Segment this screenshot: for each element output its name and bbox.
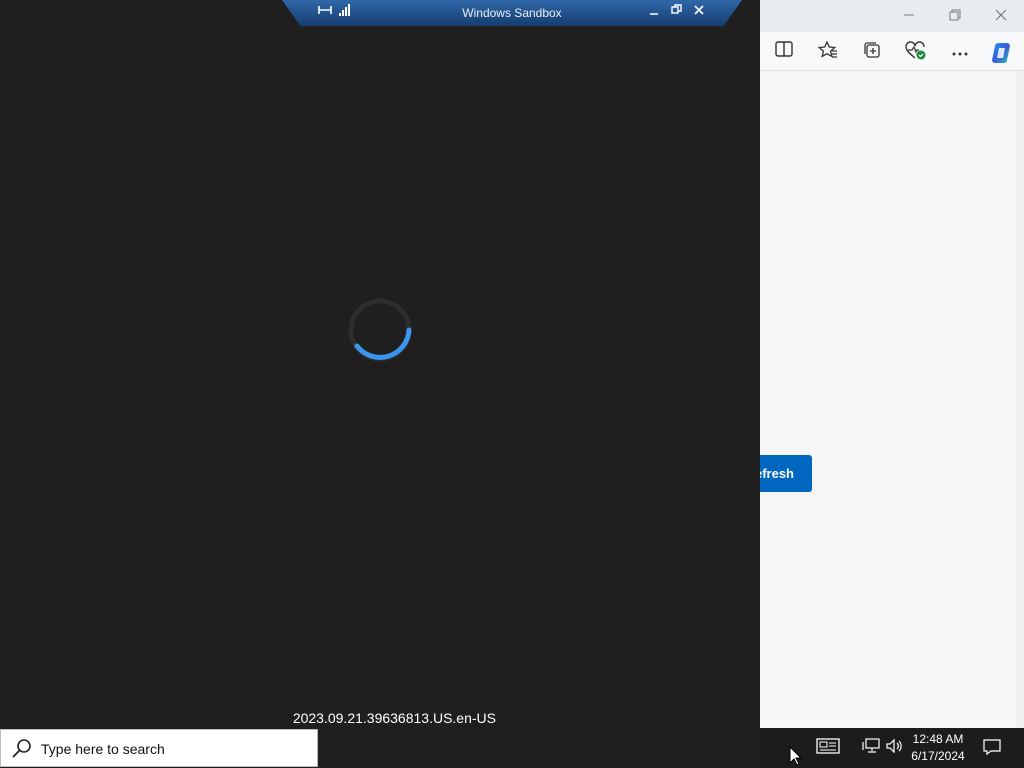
restore-icon[interactable] — [671, 4, 682, 18]
minimize-icon[interactable] — [649, 4, 659, 19]
copilot-icon[interactable] — [990, 41, 1012, 63]
news-widget-icon[interactable] — [816, 738, 840, 758]
refresh-button-label: Refresh — [760, 466, 794, 481]
refresh-button[interactable]: Refresh — [760, 455, 812, 492]
browser-essentials-icon[interactable] — [905, 41, 927, 63]
search-icon — [12, 739, 31, 758]
volume-icon[interactable] — [884, 738, 904, 758]
search-placeholder: Type here to search — [41, 741, 165, 757]
browser-minimize-icon[interactable] — [899, 6, 919, 26]
taskbar-search-box[interactable]: Type here to search — [0, 729, 318, 767]
network-icon[interactable] — [861, 738, 881, 758]
sandbox-window: Windows Sandbox 2023.09.21.39636813.US.e… — [0, 0, 760, 768]
clock-date: 6/17/2024 — [911, 749, 965, 763]
taskbar-clock[interactable]: 12:48 AM 6/17/2024 — [908, 731, 968, 765]
browser-scrollbar[interactable] — [1016, 71, 1024, 728]
browser-toolbar — [760, 32, 1024, 71]
build-version-text: 2023.09.21.39636813.US.en-US — [292, 710, 496, 726]
browser-close-icon[interactable] — [991, 6, 1011, 26]
mouse-cursor-icon — [789, 746, 803, 766]
close-icon[interactable] — [694, 4, 704, 18]
action-center-icon[interactable] — [982, 738, 1002, 758]
clock-time: 12:48 AM — [912, 732, 964, 746]
browser-restore-icon[interactable] — [945, 6, 965, 26]
more-options-icon[interactable] — [949, 41, 971, 63]
favorites-icon[interactable] — [817, 40, 839, 63]
sandbox-title-bar: Windows Sandbox — [282, 0, 742, 26]
collections-icon[interactable] — [861, 41, 883, 63]
loading-spinner-icon — [348, 298, 412, 362]
split-screen-icon[interactable] — [773, 41, 795, 63]
browser-window: Refresh — [760, 0, 1024, 728]
browser-page-content: Refresh — [760, 71, 1016, 728]
browser-title-bar — [760, 0, 1024, 32]
